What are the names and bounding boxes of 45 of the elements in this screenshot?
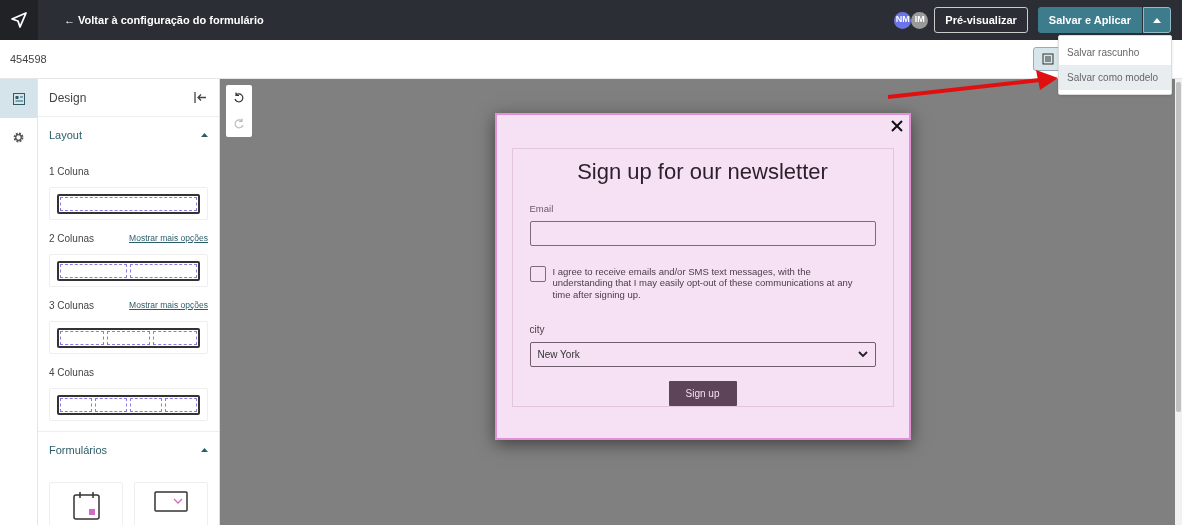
dropdown-toggle[interactable] [1143, 7, 1171, 33]
caret-up-icon [1153, 17, 1161, 23]
layout-label: 1 Coluna [49, 164, 90, 179]
collapse-button[interactable] [194, 91, 208, 104]
date-field-tile[interactable] [49, 482, 123, 525]
sign-up-button[interactable]: Sign up [668, 381, 737, 406]
send-icon[interactable] [10, 11, 28, 29]
caret-up-icon [201, 133, 208, 137]
dropdown-field-tile[interactable] [134, 482, 208, 525]
menu-item[interactable]: Salvar rascunho [1059, 40, 1171, 65]
column-layout-option[interactable] [49, 254, 208, 287]
email-field[interactable] [529, 221, 876, 246]
more-options-link[interactable]: Mostrar mais opções [129, 231, 208, 245]
column-layout-option[interactable] [49, 388, 208, 421]
layout-label: 2 Colunas [49, 231, 95, 246]
list-icon [1042, 53, 1054, 65]
more-options-link[interactable]: Mostrar mais opções [129, 298, 208, 312]
layout-label: 3 Colunas [49, 298, 95, 313]
settings-icon [12, 131, 25, 144]
dropdown-icon [154, 491, 188, 512]
consent-text: I agree to receive emails and/or SMS text messages, with the understanding that I may easily opt-out of these communications at any time after signing up. [552, 265, 854, 301]
form-id: 454598 [10, 51, 47, 67]
city-select[interactable]: New York [529, 342, 876, 367]
layout-icon [12, 92, 25, 105]
column-layout-option[interactable] [49, 187, 208, 220]
back-link[interactable]: ← Voltar à configuração do formulário [64, 11, 264, 29]
section-header[interactable]: Formulários [38, 432, 219, 468]
menu-item[interactable]: Salvar como modelo [1059, 65, 1171, 90]
chevron-down-icon [857, 351, 868, 359]
panel-title: Design [49, 89, 87, 107]
close-icon[interactable] [889, 119, 904, 133]
column-layout-option[interactable] [49, 321, 208, 354]
calendar-icon [72, 491, 100, 520]
form-title: Sign up for our newsletter [576, 158, 829, 186]
design-tab[interactable] [0, 79, 37, 118]
consent-checkbox[interactable] [529, 265, 546, 282]
field-label: city [529, 323, 546, 338]
layout-label: 4 Colunas [49, 365, 95, 380]
avatar[interactable]: NM [894, 11, 912, 29]
field-label: Email [529, 202, 555, 216]
preview-button[interactable]: Pré-visualizar [934, 7, 1028, 33]
save-button[interactable]: Salvar e Aplicar [1037, 7, 1142, 33]
undo-icon[interactable] [233, 92, 245, 104]
caret-up-icon [201, 448, 208, 452]
section-header[interactable]: Layout [38, 117, 219, 153]
